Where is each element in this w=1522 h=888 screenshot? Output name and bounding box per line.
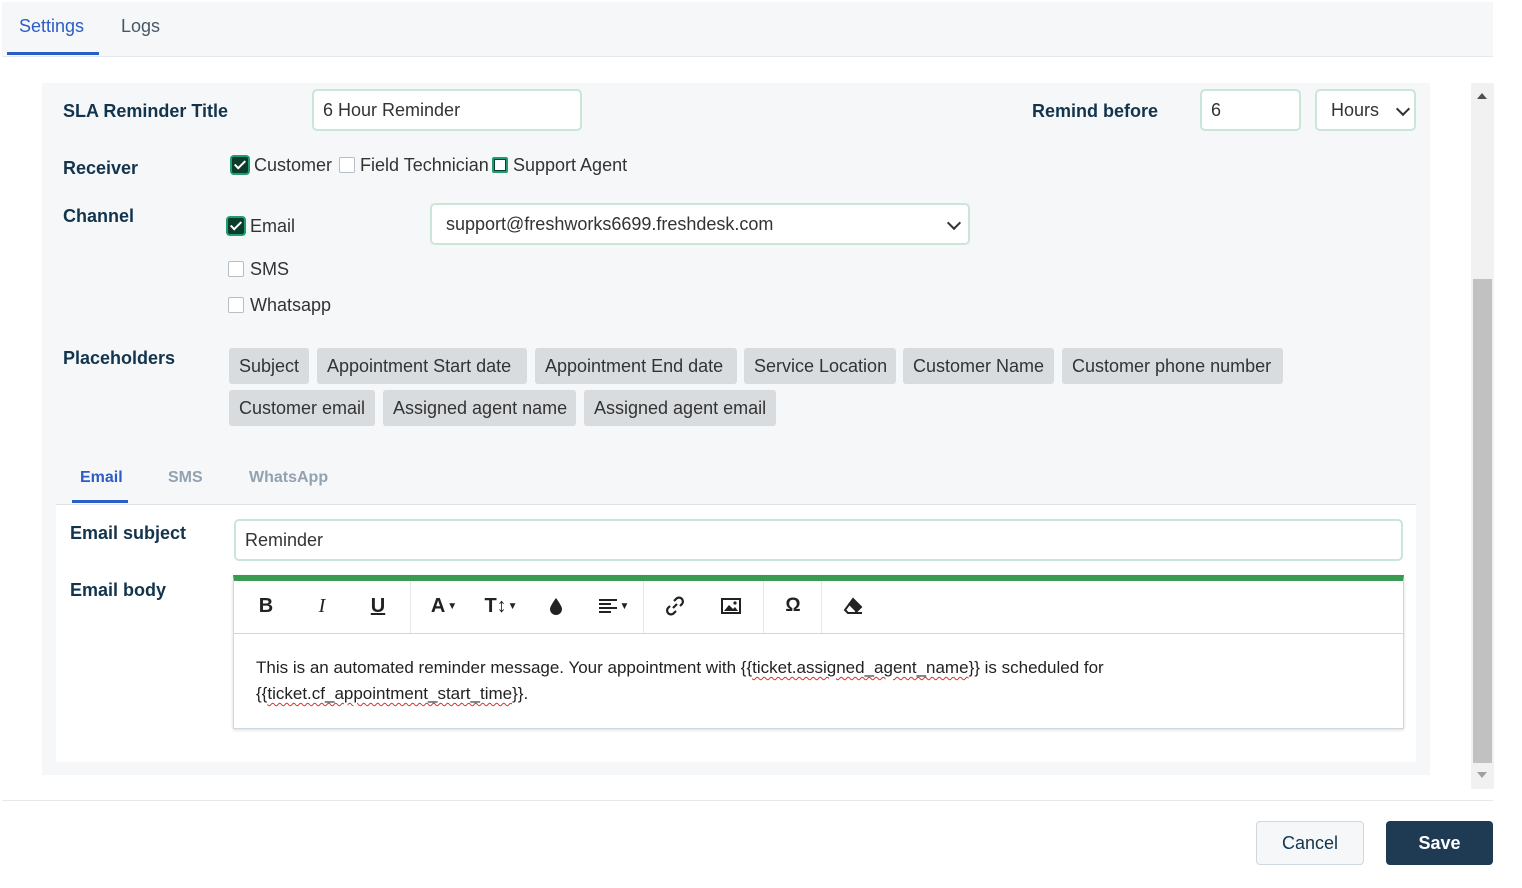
receiver-customer-checkbox[interactable] xyxy=(232,157,248,173)
body-line1-suffix: }} is scheduled for xyxy=(968,658,1104,677)
placeholder-chip[interactable]: Customer phone number xyxy=(1062,348,1283,384)
italic-icon[interactable]: I xyxy=(310,591,334,621)
align-icon[interactable]: ▼ xyxy=(594,591,634,621)
editor-toolbar: B I U A ▼ T↕ ▼ ▼ Ω xyxy=(234,581,1403,634)
background-color-icon[interactable] xyxy=(544,591,568,621)
body-line2-prefix: {{ xyxy=(256,684,268,703)
channel-email-label: Email xyxy=(250,216,296,236)
receiver-field-technician-checkbox[interactable] xyxy=(339,157,355,173)
active-tab-indicator xyxy=(7,52,99,55)
footer-divider xyxy=(2,800,1493,801)
channel-sms-label: SMS xyxy=(250,259,290,279)
placeholder-chip[interactable]: Service Location xyxy=(744,348,896,384)
placeholder-chip[interactable]: Customer email xyxy=(229,390,375,426)
email-body-label: Email body xyxy=(70,580,167,600)
cancel-button[interactable]: Cancel xyxy=(1256,821,1364,865)
tab-logs[interactable]: Logs xyxy=(121,16,160,37)
font-size-icon[interactable]: T↕ ▼ xyxy=(481,591,521,621)
link-icon[interactable] xyxy=(662,591,688,621)
placeholder-chip[interactable]: Appointment Start date xyxy=(317,348,527,384)
remind-unit-select[interactable]: Hours xyxy=(1315,89,1416,131)
channel-label: Channel xyxy=(63,206,135,226)
email-subject-value: Reminder xyxy=(245,529,324,550)
channel-whatsapp-checkbox[interactable] xyxy=(228,297,244,313)
remind-unit-value: Hours xyxy=(1331,99,1380,120)
save-button[interactable]: Save xyxy=(1386,821,1493,865)
receiver-support-agent-checkbox[interactable] xyxy=(492,157,508,173)
scroll-down-icon[interactable] xyxy=(1477,772,1487,778)
receiver-field-technician-label: Field Technician xyxy=(360,155,489,175)
font-color-icon[interactable]: A ▼ xyxy=(424,591,464,621)
remind-before-input[interactable]: 6 xyxy=(1200,89,1301,131)
channel-sms-checkbox[interactable] xyxy=(228,261,244,277)
tab-email[interactable]: Email xyxy=(80,469,123,487)
scrollbar-thumb[interactable] xyxy=(1473,279,1492,763)
body-line1-prefix: This is an automated reminder message. Y… xyxy=(256,658,753,677)
email-subject-label: Email subject xyxy=(70,523,187,543)
message-tab-indicator xyxy=(72,500,128,503)
scroll-up-icon[interactable] xyxy=(1477,93,1487,99)
tab-whatsapp[interactable]: WhatsApp xyxy=(249,469,328,487)
placeholder-chip[interactable]: Customer Name xyxy=(903,348,1054,384)
tab-sms[interactable]: SMS xyxy=(168,469,203,487)
receiver-customer-label: Customer xyxy=(254,155,333,175)
tab-settings[interactable]: Settings xyxy=(19,16,84,37)
email-from-value: support@freshworks6699.freshdesk.com xyxy=(446,213,774,234)
email-subject-input[interactable]: Reminder xyxy=(234,519,1403,561)
receiver-label: Receiver xyxy=(63,158,139,178)
underline-icon[interactable]: U xyxy=(366,591,390,621)
placeholder-chip[interactable]: Appointment End date xyxy=(535,348,737,384)
toolbar-separator xyxy=(821,581,822,633)
receiver-support-agent-label: Support Agent xyxy=(513,155,628,175)
sla-title-label: SLA Reminder Title xyxy=(63,101,229,121)
clear-format-icon[interactable] xyxy=(839,591,867,621)
top-tab-bar xyxy=(2,2,1493,57)
channel-whatsapp-label: Whatsapp xyxy=(250,295,332,315)
email-from-select[interactable]: support@freshworks6699.freshdesk.com xyxy=(430,203,970,245)
email-body-editor[interactable]: B I U A ▼ T↕ ▼ ▼ Ω This is an automated re… xyxy=(233,575,1404,729)
placeholders-label: Placeholders xyxy=(63,348,176,368)
toolbar-separator xyxy=(643,581,644,633)
remind-before-label: Remind before xyxy=(1032,101,1159,121)
body-line2-suffix: }}. xyxy=(512,684,529,703)
body-line2-token: ticket.cf_appointment_start_time xyxy=(267,684,513,703)
body-line1-token: ticket.assigned_agent_name xyxy=(752,658,969,677)
remind-before-value: 6 xyxy=(1211,99,1222,120)
bold-icon[interactable]: B xyxy=(254,591,278,621)
placeholder-chip[interactable]: Assigned agent email xyxy=(584,390,776,426)
placeholder-chip[interactable]: Subject xyxy=(229,348,309,384)
special-char-icon[interactable]: Ω xyxy=(780,591,806,621)
sla-title-value: 6 Hour Reminder xyxy=(323,99,461,120)
toolbar-separator xyxy=(410,581,411,633)
chevron-down-icon xyxy=(946,215,962,231)
chevron-down-icon xyxy=(1395,101,1411,117)
channel-email-checkbox[interactable] xyxy=(228,218,244,234)
image-icon[interactable] xyxy=(718,591,744,621)
placeholder-chip[interactable]: Assigned agent name xyxy=(383,390,576,426)
sla-title-input[interactable]: 6 Hour Reminder xyxy=(312,89,582,131)
toolbar-separator xyxy=(763,581,764,633)
email-body-text[interactable]: This is an automated reminder message. Y… xyxy=(256,655,1156,707)
